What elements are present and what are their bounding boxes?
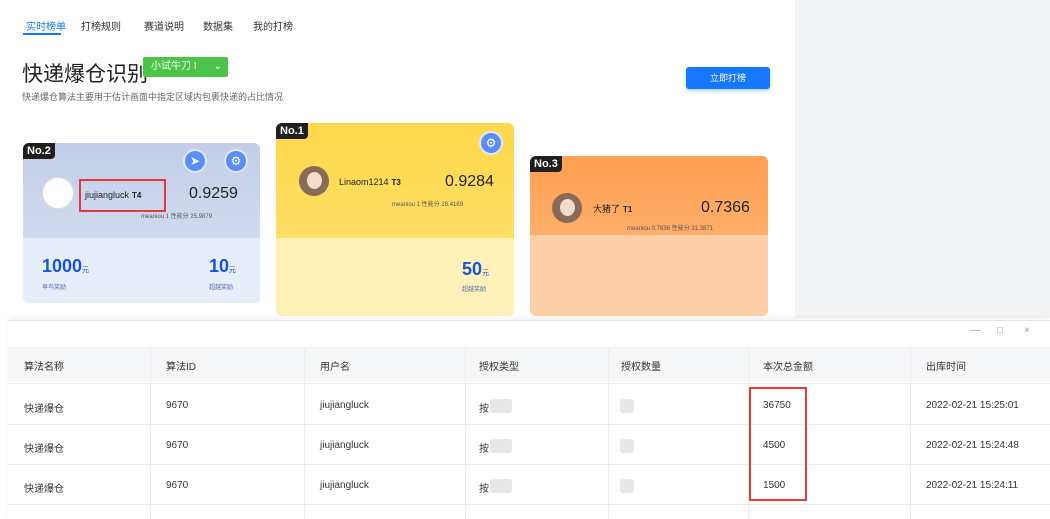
table-cell: jiujiangluck	[320, 400, 369, 411]
table-cell: 9670	[166, 440, 189, 451]
reward-unit: 元	[482, 270, 490, 277]
minimize-icon[interactable]: —	[970, 325, 980, 336]
table-cell: jiujiangluck	[320, 440, 369, 451]
table-cell: 按	[479, 484, 489, 495]
table-header	[8, 347, 1050, 382]
column-divider	[465, 347, 466, 519]
score-meta: meaniou 1 性能分 25.9879	[141, 214, 213, 220]
redacted-block	[620, 479, 634, 493]
table-cell: 2022-02-21 15:24:11	[926, 480, 1019, 491]
column-divider	[608, 347, 609, 519]
column-header[interactable]: 算法名称	[24, 358, 64, 373]
podium-card-first[interactable]: No.1 ⚙ Linaom1214 T3 0.9284 meaniou 1 性能分…	[276, 123, 514, 316]
rank-badge: No.3	[530, 156, 562, 172]
reward-label: 超越奖励	[462, 287, 487, 293]
level-label: 小试牛刀 I	[151, 61, 197, 72]
table-cell: 2022-02-21 15:25:01	[926, 400, 1019, 411]
username-text: 大猪了	[593, 204, 621, 214]
score-meta: meaniou 1 性能分 28.4169	[392, 202, 464, 208]
reward-label: 超越奖励	[209, 285, 234, 291]
side-panel	[795, 0, 1050, 318]
column-header[interactable]: 用户名	[320, 358, 350, 373]
gear-icon: ⚙	[479, 131, 503, 155]
username: Linaom1214 T3	[339, 177, 401, 187]
page-subtitle: 快递爆仓算法主要用于估计画面中指定区域内包裹快递的占比情况	[22, 92, 284, 102]
avatar-face	[560, 199, 575, 216]
redacted-block	[490, 399, 512, 413]
tab-rules[interactable]: 打榜规则	[81, 18, 121, 33]
surpass-reward: 50元	[462, 259, 489, 280]
column-header[interactable]: 本次总金额	[763, 358, 813, 373]
tier-label: T3	[391, 178, 401, 187]
podium-card-second[interactable]: No.2 ➤ ⚙ jiujiangluck T4 0.9259 meaniou 1…	[23, 143, 260, 303]
table-cell: jiujiangluck	[320, 480, 369, 491]
username: 大猪了 T1	[593, 202, 632, 215]
page-title: 快递爆仓识别	[22, 63, 148, 86]
orders-window: — □ × 算法名称 算法ID 用户名 授权类型 授权数量 本次总金额 出库时间…	[8, 320, 1050, 519]
avatar	[552, 193, 582, 223]
rank-badge: No.1	[276, 123, 308, 139]
tab-dataset[interactable]: 数据集	[203, 18, 233, 33]
close-icon[interactable]: ×	[1024, 325, 1030, 336]
maximize-icon[interactable]: □	[997, 325, 1003, 336]
column-header[interactable]: 出库时间	[926, 358, 966, 373]
reward-amount: 50	[462, 259, 483, 279]
reward-amount: 10	[209, 256, 230, 276]
score: 0.9259	[189, 185, 238, 202]
redacted-block	[620, 439, 634, 453]
score-meta: meaniou 0.7836 性能分 31.3871	[627, 226, 714, 232]
column-header[interactable]: 授权类型	[479, 358, 519, 373]
column-divider	[150, 347, 151, 519]
avatar	[299, 166, 329, 196]
podium-card-third[interactable]: No.3 大猪了 T1 0.7366 meaniou 0.7836 性能分 31.…	[530, 156, 768, 316]
reward-unit: 元	[229, 267, 237, 274]
reward-unit: 元	[82, 267, 90, 274]
tab-live-ranking[interactable]: 实时榜单	[26, 18, 66, 33]
avatar	[42, 177, 74, 209]
redacted-block	[620, 399, 634, 413]
gear-icon: ⚙	[224, 149, 248, 173]
reward-amount: 1000	[42, 256, 83, 276]
badge-arrow-icon: ➤	[183, 149, 207, 173]
tier-label: T1	[623, 205, 633, 214]
row-divider	[8, 504, 1050, 505]
early-bird-reward: 1000元	[42, 256, 89, 277]
table-cell: 按	[479, 404, 489, 415]
table-cell: 按	[479, 444, 489, 455]
table-cell: 快递爆仓	[24, 444, 64, 455]
score: 0.7366	[701, 199, 750, 216]
active-tab-indicator	[23, 33, 61, 35]
table-cell: 2022-02-21 15:24:48	[926, 440, 1019, 451]
column-header[interactable]: 授权数量	[621, 358, 661, 373]
tab-track-info[interactable]: 赛道说明	[144, 18, 184, 33]
level-dropdown[interactable]: 小试牛刀 I ⌄	[143, 57, 228, 77]
reward-label: 早鸟奖励	[42, 285, 67, 291]
card-reward-area	[530, 235, 768, 316]
username-text: Linaom1214	[339, 177, 389, 187]
chevron-down-icon: ⌄	[213, 61, 222, 72]
column-header[interactable]: 算法ID	[166, 358, 196, 373]
surpass-reward: 10元	[209, 256, 236, 277]
highlight-box-amounts	[749, 387, 807, 501]
column-divider	[304, 347, 305, 519]
row-divider	[8, 383, 1050, 384]
row-divider	[8, 464, 1050, 465]
score: 0.9284	[445, 173, 494, 190]
row-divider	[8, 424, 1050, 425]
table-cell: 快递爆仓	[24, 404, 64, 415]
avatar-face	[307, 172, 322, 189]
table-cell: 快递爆仓	[24, 484, 64, 495]
redacted-block	[490, 439, 512, 453]
table-cell: 9670	[166, 480, 189, 491]
redacted-block	[490, 479, 512, 493]
column-divider	[910, 347, 911, 519]
table-cell: 9670	[166, 400, 189, 411]
rank-badge: No.2	[23, 143, 55, 159]
highlight-box-username	[79, 179, 166, 212]
tab-my-ranking[interactable]: 我的打榜	[253, 18, 293, 33]
join-ranking-button[interactable]: 立即打榜	[686, 67, 770, 89]
